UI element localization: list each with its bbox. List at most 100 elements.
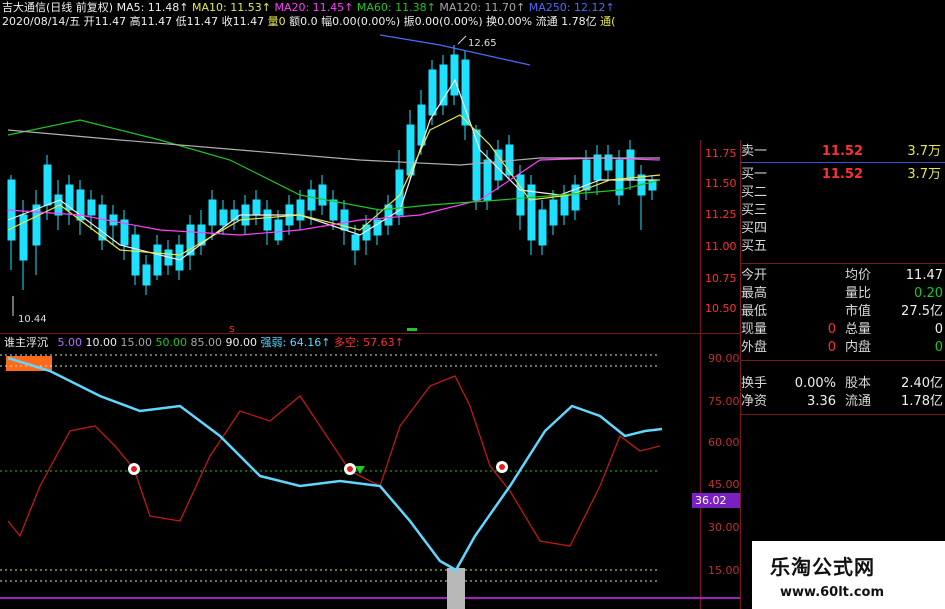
candle-body [131, 234, 140, 276]
candle-body [318, 184, 327, 206]
stat-totalvol-label: 总量 [845, 322, 872, 337]
stat-curvol-label: 现量 [741, 322, 768, 337]
candle-body [307, 189, 316, 211]
buy5-row[interactable]: 买五 [741, 238, 945, 256]
stat-volratio-value: 0.20 [914, 286, 943, 301]
sell1-row[interactable]: 卖一 11.52 3.7万 [741, 143, 945, 161]
candle-body [494, 149, 503, 181]
stats2-divider [741, 360, 945, 361]
stat-float-label: 流通 [845, 394, 872, 409]
candle-body [109, 214, 118, 226]
buy1-row[interactable]: 买一 11.52 3.7万 [741, 166, 945, 184]
stat-turnover-value: 0.00% [794, 376, 836, 391]
candle-body [538, 209, 547, 246]
indicator-chart[interactable]: 90.00 75.00 60.00 45.00 30.00 15.00 36.0… [0, 336, 740, 609]
ind-axis-tick: 15.00 [708, 564, 740, 577]
candle-body [87, 199, 96, 216]
ma10-label: MA10: 11.53↑ [192, 1, 271, 14]
candle-body [527, 184, 536, 241]
ma250-label: MA250: 12.12↑ [528, 1, 615, 14]
stat-volratio-label: 量比 [845, 286, 872, 301]
stat-totalvol-value: 0 [934, 322, 943, 337]
low-label: 低11.47 [175, 15, 219, 28]
stat-shares-value: 2.40亿 [901, 376, 943, 391]
buy2-row[interactable]: 买二 [741, 184, 945, 202]
candlestick-chart[interactable]: 12.65 10.44 s [0, 30, 700, 336]
ma5-label: MA5: 11.48↑ [116, 1, 189, 14]
price-tick: 11.00 [705, 240, 737, 253]
buy3-label: 买三 [741, 203, 768, 218]
price-axis: 11.75 11.50 11.25 11.00 10.75 10.50 [701, 140, 741, 330]
candle-body [219, 209, 228, 226]
stat-low-label: 最低 [741, 304, 768, 319]
stat-avgprice-label: 均价 [845, 268, 872, 283]
stat-outer-label: 外盘 [741, 340, 768, 355]
candle-body [32, 204, 41, 246]
buy-signal-marker [344, 463, 356, 475]
change-label: 幅0.00(0.00%) [321, 15, 401, 28]
stats-divider [741, 263, 945, 264]
ind-axis-tick: 45.00 [708, 478, 740, 491]
stat-inner-label: 内盘 [845, 340, 872, 355]
buy2-label: 买二 [741, 185, 768, 200]
candle-body [516, 174, 525, 216]
candle-body [142, 264, 151, 286]
buy-signal-marker [128, 463, 140, 475]
turnover-label: 换0.00% [486, 15, 533, 28]
stat-turnover-label: 换手 [741, 376, 768, 391]
stat-float-value: 1.78亿 [901, 394, 943, 409]
chart-header: 吉大通信(日线 前复权) MA5: 11.48↑ MA10: 11.53↑ MA… [2, 1, 742, 31]
candle-body [43, 164, 52, 206]
stat-inner-value: 0 [934, 340, 943, 355]
stock-name[interactable]: 吉大通信(日线 前复权) [2, 1, 113, 14]
high-marker-text: 12.65 [468, 38, 497, 49]
candle-body [351, 234, 360, 251]
candle-body [428, 69, 437, 116]
stat-row-low: 最低 市值 27.5亿 [741, 303, 945, 321]
buy-signal-marker [496, 461, 508, 473]
candle-body [208, 199, 217, 226]
price-tick: 11.75 [705, 147, 737, 160]
current-value-text: 36.02 [695, 494, 727, 507]
price-tick: 10.75 [705, 272, 737, 285]
header-tail: 通( [600, 15, 616, 28]
panel-divider [0, 333, 740, 334]
buy3-row[interactable]: 买三 [741, 202, 945, 220]
date-label: 2020/08/14/五 [2, 15, 81, 28]
stat-row-high: 最高 量比 0.20 [741, 285, 945, 303]
stat-outer-value: 0 [827, 340, 836, 355]
ind-axis-tick: 60.00 [708, 436, 740, 449]
order-book-panel: 卖一 11.52 3.7万 买一 11.52 3.7万 买二 买三 买四 买五 … [741, 140, 945, 430]
candle-body [329, 199, 338, 221]
occluder-box [290, 275, 655, 330]
current-bar [447, 568, 465, 609]
strong-weak-line [7, 356, 663, 572]
stat-row-curvol: 现量 0 总量 0 [741, 321, 945, 339]
candle-body [604, 154, 613, 171]
ind-axis-tick: 30.00 [708, 521, 740, 534]
candles [7, 45, 657, 295]
close-label: 收11.47 [221, 15, 265, 28]
low-marker-text: 10.44 [18, 314, 47, 325]
volume-label: 量0 [267, 15, 286, 28]
ind-axis-tick: 90.00 [708, 352, 740, 365]
candle-body [65, 184, 74, 211]
buy4-row[interactable]: 买四 [741, 220, 945, 238]
stat-row-open: 今开 均价 11.47 [741, 267, 945, 285]
buy4-label: 买四 [741, 221, 768, 236]
candle-body [626, 149, 635, 181]
candle-body [252, 199, 261, 216]
ma120-label: MA120: 11.70↑ [439, 1, 526, 14]
stat-netasset-value: 3.36 [807, 394, 836, 409]
sell1-price: 11.52 [821, 144, 863, 159]
candle-body [549, 199, 558, 226]
sell1-label: 卖一 [741, 144, 768, 159]
stat-row-netasset: 净资 3.36 流通 1.78亿 [741, 393, 945, 411]
price-tick: 11.50 [705, 177, 737, 190]
watermark-url: www.60lt.com [780, 585, 885, 600]
price-tick: 10.50 [705, 302, 737, 315]
candle-body [560, 194, 569, 216]
high-label: 高11.47 [129, 15, 173, 28]
stat-netasset-label: 净资 [741, 394, 768, 409]
buy1-label: 买一 [741, 167, 768, 182]
